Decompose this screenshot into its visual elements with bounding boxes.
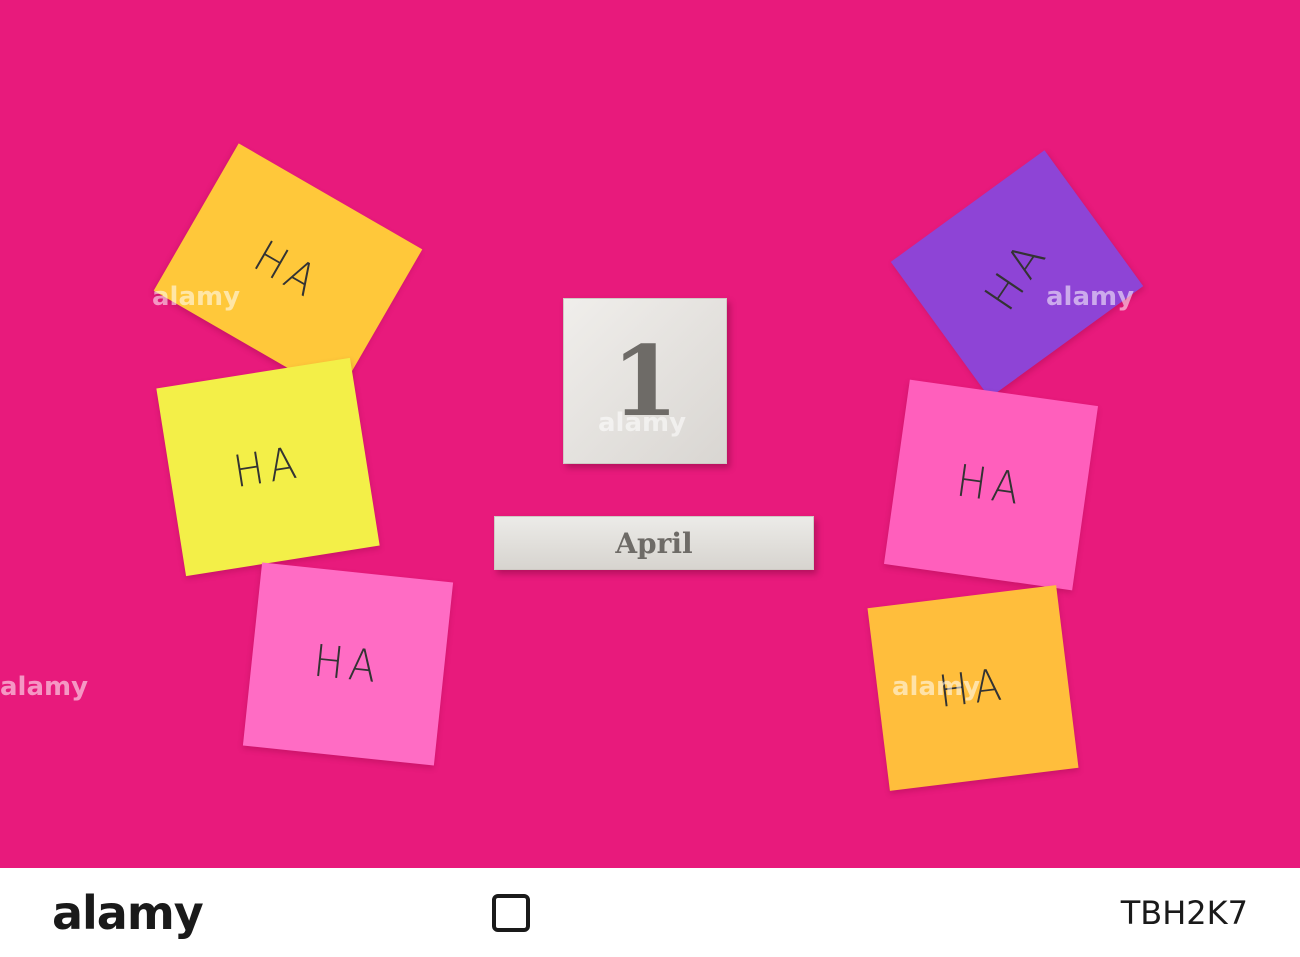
photo-scene: HA HA HA HA HA HA 1 April alamy alamy al… bbox=[0, 0, 1300, 868]
watermark: alamy bbox=[1046, 282, 1135, 312]
sticky-note-pink-bottom-left: HA bbox=[242, 562, 454, 766]
watermark: alamy bbox=[0, 672, 89, 702]
watermark: alamy bbox=[892, 672, 981, 702]
calendar-month: April bbox=[615, 526, 693, 560]
image-code: TBH2K7 bbox=[1120, 894, 1248, 932]
sticky-note-lime-left: HA bbox=[156, 357, 380, 577]
brand-logo: alamy bbox=[52, 886, 204, 940]
brand-square-icon bbox=[492, 894, 530, 932]
sticky-note-text: HA bbox=[953, 455, 1029, 515]
sticky-note-text: HA bbox=[230, 436, 306, 498]
sticky-note-purple-top-right: HA bbox=[890, 150, 1144, 398]
watermark: alamy bbox=[598, 408, 687, 438]
sticky-note-text: HA bbox=[245, 230, 331, 310]
watermark: alamy bbox=[152, 282, 241, 312]
footer-bar: alamy TBH2K7 bbox=[0, 868, 1300, 957]
sticky-note-pink-right: HA bbox=[883, 379, 1099, 591]
calendar-month-block: April bbox=[494, 516, 814, 570]
calendar-day-block: 1 bbox=[563, 298, 727, 464]
sticky-note-yellow-top-left: HA bbox=[153, 143, 423, 397]
sticky-note-text: HA bbox=[311, 635, 385, 693]
